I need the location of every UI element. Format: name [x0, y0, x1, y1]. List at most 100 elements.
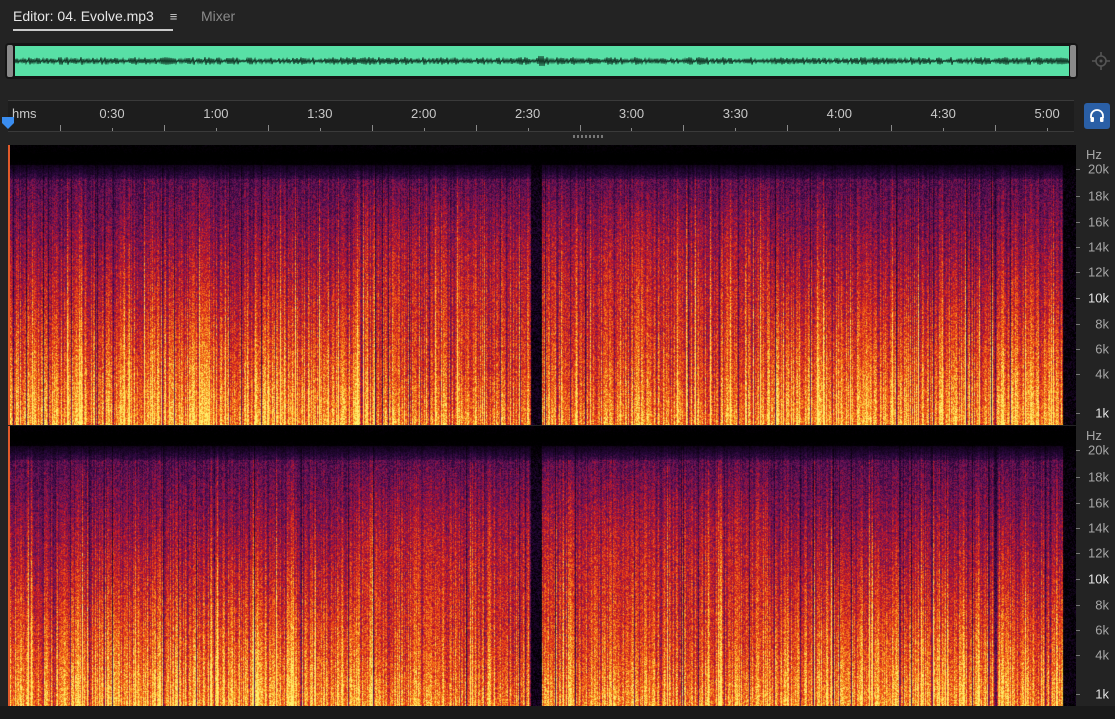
frequency-tick [1076, 694, 1080, 695]
overview-right-handle[interactable] [1070, 45, 1076, 77]
time-ruler-tick [527, 128, 529, 131]
frequency-tick [1076, 605, 1080, 606]
channel-resize-grip[interactable] [573, 135, 603, 138]
overview-waveform-path [14, 55, 1071, 67]
frequency-label: 16k [1088, 214, 1109, 230]
frequency-label: 8k [1095, 316, 1109, 332]
time-ruler-label: 2:00 [411, 106, 437, 121]
playback-cursor [8, 426, 10, 706]
time-ruler-tick [735, 128, 737, 131]
frequency-label: 18k [1088, 188, 1109, 204]
frequency-tick [1076, 324, 1080, 325]
frequency-label: 12k [1088, 545, 1109, 561]
frequency-tick [1076, 298, 1080, 299]
time-ruler-tick [163, 125, 165, 131]
status-strip [0, 706, 1115, 719]
frequency-label: 6k [1095, 622, 1109, 638]
frequency-label: 14k [1088, 520, 1109, 536]
monitor-button[interactable] [1084, 103, 1110, 129]
frequency-tick [1076, 247, 1080, 248]
frequency-tick [1076, 477, 1080, 478]
time-ruler-label: 4:00 [826, 106, 852, 121]
spectrogram-left [8, 145, 1076, 425]
time-ruler-tick [683, 125, 685, 131]
time-ruler-tick [60, 125, 61, 131]
time-ruler-tick [579, 125, 581, 131]
time-ruler-tick [891, 125, 893, 131]
time-ruler[interactable]: hms 0:30 1:00 1:30 2:00 2:30 3:00 3:30 4:00 4:30… [8, 100, 1074, 132]
frequency-tick [1076, 169, 1080, 170]
frequency-tick [1076, 413, 1080, 414]
overview-left-handle[interactable] [7, 45, 13, 77]
frequency-tick [1076, 655, 1080, 656]
overview-waveform-track [14, 46, 1071, 76]
frequency-tick [1076, 528, 1080, 529]
zoom-navigator-icon[interactable] [1091, 51, 1111, 71]
frequency-tick [1076, 553, 1080, 554]
time-ruler-tick [475, 125, 477, 131]
frequency-label: 1k [1095, 405, 1109, 421]
spectral-display-left-channel[interactable] [8, 145, 1076, 425]
time-ruler-label: 1:00 [203, 106, 229, 121]
playhead-marker-icon[interactable] [1, 116, 15, 130]
frequency-label: 20k [1088, 442, 1109, 458]
time-ruler-label: 0:30 [99, 106, 125, 121]
frequency-tick [1076, 630, 1080, 631]
frequency-tick [1076, 196, 1080, 197]
frequency-label: 4k [1095, 366, 1109, 382]
tab-menu-icon[interactable]: ≡ [170, 9, 178, 24]
frequency-tick [1076, 503, 1080, 504]
time-ruler-label: 3:00 [618, 106, 645, 121]
frequency-label: 8k [1095, 597, 1109, 613]
tab-editor-label: Editor: 04. Evolve.mp3 [13, 8, 154, 24]
frequency-label: 10k [1088, 290, 1109, 306]
time-ruler-label: 5:00 [1034, 106, 1060, 121]
frequency-label: 16k [1088, 495, 1109, 511]
headphones-icon [1090, 109, 1104, 122]
spectrogram-right [8, 426, 1076, 706]
frequency-label: 14k [1088, 239, 1109, 255]
time-ruler-tick [319, 128, 321, 131]
playback-cursor [8, 145, 10, 425]
time-ruler-tick [631, 128, 633, 131]
time-ruler-label: 3:30 [722, 106, 749, 121]
frequency-label: 6k [1095, 341, 1109, 357]
frequency-label: 12k [1088, 264, 1109, 280]
time-ruler-tick [943, 128, 945, 131]
frequency-unit: Hz [1086, 147, 1102, 162]
time-ruler-unit: hms [12, 106, 37, 121]
time-ruler-tick [371, 125, 373, 131]
time-ruler-tick [423, 128, 425, 131]
frequency-label: 1k [1095, 686, 1109, 702]
time-ruler-label: 1:30 [307, 106, 333, 121]
time-ruler-tick [787, 125, 789, 131]
time-ruler-tick [839, 128, 841, 131]
time-ruler-tick [1047, 128, 1049, 131]
frequency-tick [1076, 222, 1080, 223]
frequency-scale-left[interactable]: Hz 20k 18k 16k 14k 12k 10k 8k 6k 4k 1k [1076, 145, 1115, 425]
tab-mixer[interactable]: Mixer [201, 8, 235, 24]
active-tab-underline [13, 29, 173, 31]
frequency-label: 20k [1088, 161, 1109, 177]
time-ruler-label: 4:30 [930, 106, 956, 121]
overview-waveform[interactable] [5, 43, 1078, 79]
frequency-tick [1076, 349, 1080, 350]
time-ruler-tick [215, 128, 217, 131]
time-ruler-tick [111, 128, 113, 131]
time-ruler-tick [267, 125, 269, 131]
frequency-label: 4k [1095, 647, 1109, 663]
overview-waveform-line [14, 55, 1071, 67]
frequency-label: 18k [1088, 469, 1109, 485]
frequency-unit: Hz [1086, 428, 1102, 443]
spectral-display-right-channel[interactable] [8, 426, 1076, 706]
frequency-label: 10k [1088, 571, 1109, 587]
panel-tab-bar: Editor: 04. Evolve.mp3 ≡ Mixer [0, 0, 1115, 34]
frequency-scale-right[interactable]: Hz 20k 18k 16k 14k 12k 10k 8k 6k 4k 1k [1076, 426, 1115, 706]
time-ruler-label: 2:30 [514, 106, 541, 121]
frequency-tick [1076, 450, 1080, 451]
frequency-tick [1076, 579, 1080, 580]
frequency-tick [1076, 272, 1080, 273]
tab-editor[interactable]: Editor: 04. Evolve.mp3 ≡ [13, 8, 178, 31]
frequency-tick [1076, 374, 1080, 375]
time-ruler-tick [995, 125, 997, 131]
